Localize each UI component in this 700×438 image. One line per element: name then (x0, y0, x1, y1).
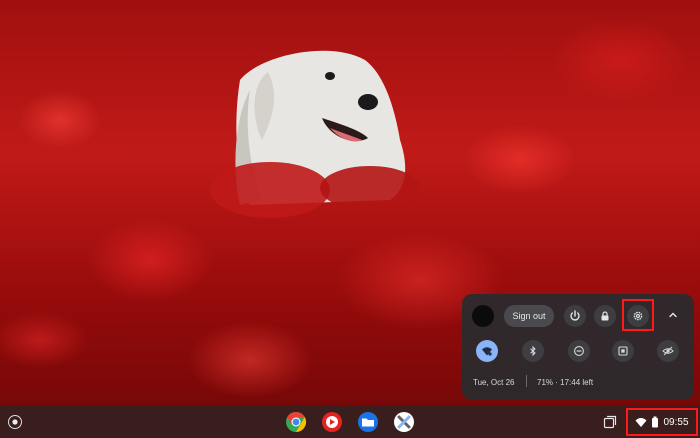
youtube-app[interactable] (321, 411, 343, 433)
bluetooth-icon (530, 345, 536, 357)
sign-out-button[interactable]: Sign out (504, 305, 554, 327)
chrome-icon (286, 411, 307, 433)
avatar[interactable] (472, 305, 494, 327)
clock: 09:55 (663, 416, 689, 428)
do-not-disturb-icon (574, 346, 584, 356)
launcher-icon (8, 415, 22, 429)
quick-settings-panel: Sign out Tue, Oct 26 71% · 17:44 left (462, 294, 694, 400)
divider (526, 375, 527, 387)
files-app[interactable] (357, 411, 379, 433)
screen-capture-icon (618, 346, 628, 356)
privacy-screen-icon (662, 346, 674, 356)
youtube-icon (322, 412, 342, 432)
power-button[interactable] (564, 305, 586, 327)
collapse-button[interactable] (666, 308, 680, 322)
date-label[interactable]: Tue, Oct 26 (473, 378, 515, 387)
wifi-toggle[interactable] (476, 340, 498, 362)
do-not-disturb-toggle[interactable] (568, 340, 590, 362)
battery-icon (652, 416, 659, 428)
holding-space-button[interactable] (602, 414, 618, 430)
files-icon (358, 412, 378, 432)
explore-icon (394, 412, 414, 432)
explore-app[interactable] (393, 411, 415, 433)
privacy-screen-toggle[interactable] (657, 340, 679, 362)
screen-capture-button[interactable] (612, 340, 634, 362)
lock-button[interactable] (594, 305, 616, 327)
bluetooth-toggle[interactable] (522, 340, 544, 362)
status-area[interactable]: 09:55 (626, 408, 698, 436)
chevron-up-icon (669, 312, 677, 318)
wifi-icon (635, 418, 647, 427)
holding-space-icon (603, 415, 617, 429)
power-icon (570, 310, 580, 321)
wifi-icon (482, 347, 492, 356)
battery-status[interactable]: 71% · 17:44 left (537, 378, 593, 387)
chrome-app[interactable] (285, 411, 307, 433)
settings-highlight-box (622, 299, 654, 331)
launcher-button[interactable] (7, 414, 23, 430)
shelf: 09:55 (0, 406, 700, 438)
lock-icon (601, 311, 609, 321)
